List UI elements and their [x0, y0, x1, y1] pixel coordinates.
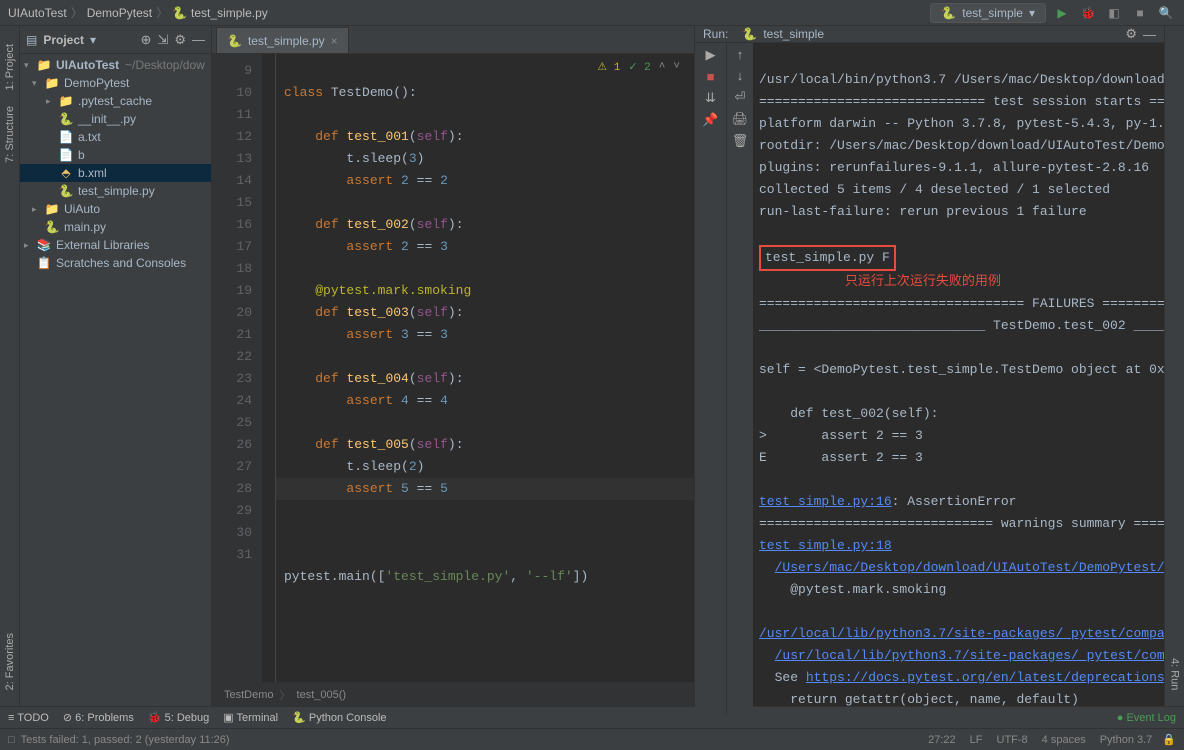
py-icon: 🐍: [172, 6, 187, 20]
warning-badge[interactable]: ⚠ 1: [597, 60, 620, 74]
gear-icon[interactable]: ⚙: [174, 32, 186, 48]
target-icon[interactable]: ⊕: [141, 32, 152, 48]
code-editor[interactable]: 9101112131415161718192021222324252627282…: [212, 54, 694, 682]
tree-item[interactable]: 🐍__init__.py: [20, 110, 211, 128]
chevron-up-icon[interactable]: ˄: [659, 61, 666, 73]
structure-tool-tab[interactable]: 7: Structure: [4, 98, 16, 171]
debug-tab[interactable]: 🐞 5: Debug: [148, 711, 209, 724]
tree-item[interactable]: 🐍test_simple.py: [20, 182, 211, 200]
tree-ext-lib[interactable]: ▸📚External Libraries: [20, 236, 211, 254]
file-link[interactable]: test_simple.py:18: [759, 538, 892, 553]
close-icon[interactable]: ×: [331, 34, 338, 48]
tree-item[interactable]: ▸📁.pytest_cache: [20, 92, 211, 110]
run-button[interactable]: ▶: [1052, 3, 1072, 23]
breadcrumb[interactable]: UIAutoTest 〉 DemoPytest 〉 🐍 test_simple.…: [8, 4, 268, 21]
todo-tab[interactable]: ≡ TODO: [8, 712, 49, 724]
problems-tab[interactable]: ⊘ 6: Problems: [63, 711, 134, 724]
run-tab[interactable]: test_simple: [763, 27, 824, 41]
print-icon[interactable]: 🖨: [732, 111, 749, 127]
favorites-tool-tab[interactable]: 2: Favorites: [4, 625, 16, 698]
highlighted-failure: test_simple.py F: [759, 245, 896, 271]
trash-icon[interactable]: 🗑: [732, 133, 749, 149]
panel-title: Project: [43, 33, 84, 47]
breadcrumb-folder[interactable]: DemoPytest: [87, 6, 152, 20]
coverage-button[interactable]: ◧: [1104, 3, 1124, 23]
tree-item[interactable]: ▾📁DemoPytest: [20, 74, 211, 92]
editor-tab[interactable]: 🐍 test_simple.py ×: [216, 27, 349, 53]
py-icon: 🐍: [227, 34, 242, 48]
tree-item[interactable]: 🐍main.py: [20, 218, 211, 236]
tree-item[interactable]: 📄b: [20, 146, 211, 164]
project-icon: ▤: [26, 33, 37, 47]
url-link[interactable]: https://docs.pytest.org/en/latest/deprec…: [806, 670, 1164, 685]
run-tool-tab[interactable]: 4: Run: [1169, 650, 1181, 698]
up-icon[interactable]: ↑: [737, 47, 744, 62]
breadcrumb-file[interactable]: test_simple.py: [191, 6, 268, 20]
python-console-tab[interactable]: 🐍 Python Console: [292, 711, 386, 724]
restore-layout-icon[interactable]: ⇊: [705, 90, 716, 106]
stop-button[interactable]: ■: [1130, 3, 1150, 23]
wrap-icon[interactable]: ⏎: [735, 89, 746, 105]
down-icon[interactable]: ↓: [737, 68, 744, 83]
py-icon: 🐍: [742, 27, 757, 41]
chevron-down-icon: ▾: [1029, 6, 1035, 20]
chevron-down-icon[interactable]: ˅: [673, 61, 680, 73]
rerun-button[interactable]: ▶: [706, 47, 716, 63]
file-link[interactable]: test_simple.py:16: [759, 494, 892, 509]
stop-button[interactable]: ■: [707, 69, 715, 84]
annotation-text: 只运行上次运行失败的用例: [845, 274, 1001, 289]
tree-item-selected[interactable]: ⬘b.xml: [20, 164, 211, 182]
breadcrumb-root[interactable]: UIAutoTest: [8, 6, 67, 20]
hide-icon[interactable]: —: [192, 32, 205, 47]
editor-breadcrumb[interactable]: TestDemo 〉 test_005(): [212, 682, 694, 706]
ok-badge[interactable]: ✓ 2: [628, 60, 650, 74]
run-title: Run:: [703, 27, 728, 41]
search-icon[interactable]: 🔍: [1156, 3, 1176, 23]
console-output[interactable]: /usr/local/bin/python3.7 /Users/mac/Desk…: [753, 43, 1164, 715]
tree-item[interactable]: 📄a.txt: [20, 128, 211, 146]
code-content[interactable]: class TestDemo(): def test_001(self): t.…: [276, 54, 694, 682]
event-log-tab[interactable]: ● Event Log: [1117, 712, 1176, 724]
gear-icon[interactable]: ⚙: [1125, 26, 1137, 42]
file-link[interactable]: /Users/mac/Desktop/download/UIAutoTest/D…: [775, 560, 1164, 575]
terminal-tab[interactable]: ▣ Terminal: [223, 711, 278, 724]
project-tool-tab[interactable]: 1: Project: [4, 36, 16, 98]
file-link[interactable]: /usr/local/lib/python3.7/site-packages/_…: [775, 648, 1164, 663]
tree-item[interactable]: ▸📁UiAuto: [20, 200, 211, 218]
py-icon: 🐍: [941, 6, 956, 20]
tree-root[interactable]: ▾📁UIAutoTest~/Desktop/dow: [20, 56, 211, 74]
expand-icon[interactable]: ⇲: [157, 32, 168, 48]
hide-icon[interactable]: —: [1143, 27, 1156, 42]
tree-scratches[interactable]: 📋Scratches and Consoles: [20, 254, 211, 272]
file-link[interactable]: /usr/local/lib/python3.7/site-packages/_…: [759, 626, 1164, 641]
line-gutter: 9101112131415161718192021222324252627282…: [212, 54, 262, 682]
pin-icon[interactable]: 📌: [702, 112, 718, 128]
debug-button[interactable]: 🐞: [1078, 3, 1098, 23]
project-tree[interactable]: ▾📁UIAutoTest~/Desktop/dow ▾📁DemoPytest ▸…: [20, 54, 211, 706]
chevron-down-icon[interactable]: ▾: [90, 33, 96, 47]
run-configuration-selector[interactable]: 🐍 test_simple ▾: [930, 3, 1046, 23]
